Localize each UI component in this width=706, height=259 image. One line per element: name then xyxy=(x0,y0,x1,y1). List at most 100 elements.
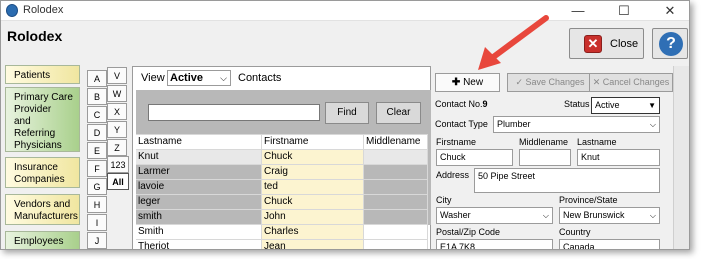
cell-middlename xyxy=(364,180,428,194)
column-header[interactable]: Firstname xyxy=(262,135,364,149)
chevron-down-icon: ⌵ xyxy=(542,211,549,220)
middlename-label: Middlename xyxy=(519,137,569,147)
cell-lastname: smith xyxy=(136,210,262,224)
save-changes-button[interactable]: ✓ Save Changes xyxy=(507,73,593,92)
new-button[interactable]: ✚ New xyxy=(435,73,500,92)
letter-y-button[interactable]: Y xyxy=(107,121,127,138)
find-button[interactable]: Find xyxy=(325,102,369,124)
contact-list-panel: View Active ⌵ Contacts Find Clear Lastnam… xyxy=(132,66,431,249)
table-header: Lastname Firstname Middlename xyxy=(136,134,428,149)
cell-firstname: Craig xyxy=(262,165,364,179)
table-row[interactable]: leger Chuck xyxy=(136,194,428,209)
column-header[interactable]: Lastname xyxy=(136,135,262,149)
annotation-arrow-icon xyxy=(478,15,549,70)
cell-middlename xyxy=(364,240,428,249)
contact-type-select[interactable]: Plumber ⌵ xyxy=(493,116,660,133)
tab-label-line: Manufacturers xyxy=(14,211,78,222)
letter-x-button[interactable]: X xyxy=(107,103,127,120)
letter-d-button[interactable]: D xyxy=(87,124,107,141)
table-row[interactable]: Larmer Craig xyxy=(136,164,428,179)
new-button-label: New xyxy=(463,77,484,88)
letter-i-button[interactable]: I xyxy=(87,214,107,231)
close-button-label: Close xyxy=(610,38,639,50)
letter-v-button[interactable]: V xyxy=(107,67,127,84)
close-button[interactable]: ✕ Close xyxy=(569,28,644,59)
letter-h-button[interactable]: H xyxy=(87,196,107,213)
clear-button[interactable]: Clear xyxy=(376,102,421,124)
contact-type-value: Plumber xyxy=(497,119,531,129)
cell-firstname: ted xyxy=(262,180,364,194)
lastname-label: Lastname xyxy=(577,137,617,147)
close-x-icon: ✕ xyxy=(584,35,602,53)
view-label: View xyxy=(141,72,165,84)
cancel-changes-button[interactable]: ✕ Cancel Changes xyxy=(589,73,673,92)
firstname-field[interactable]: Chuck xyxy=(436,149,513,166)
contact-no-label: Contact No.9 xyxy=(435,99,488,109)
all-button[interactable]: All xyxy=(107,173,129,190)
city-value: Washer xyxy=(440,210,471,220)
letter-z-button[interactable]: Z xyxy=(107,139,127,156)
vertical-scrollbar[interactable] xyxy=(673,66,689,249)
page-title: Rolodex xyxy=(7,28,63,44)
contact-no-text: Contact No. xyxy=(435,99,483,109)
cell-lastname: Theriot xyxy=(136,240,262,249)
tab-label-line: Referring xyxy=(14,128,56,139)
table-row[interactable]: smith John xyxy=(136,209,428,224)
table-row[interactable]: Smith Charles xyxy=(136,224,428,239)
postal-label: Postal/Zip Code xyxy=(436,227,501,237)
cell-middlename xyxy=(364,150,428,164)
view-select[interactable]: Active ⌵ xyxy=(167,70,231,86)
tab-patients[interactable]: Patients xyxy=(5,65,80,84)
middlename-field[interactable] xyxy=(519,149,571,166)
tab-employees[interactable]: Employees xyxy=(5,231,80,249)
numeric-button[interactable]: 123 xyxy=(107,156,129,173)
tab-label-line: Vendors and xyxy=(14,199,71,210)
letter-f-button[interactable]: F xyxy=(87,160,107,177)
province-select[interactable]: New Brunswick ⌵ xyxy=(559,207,660,224)
letter-c-button[interactable]: C xyxy=(87,106,107,123)
contact-no-value: 9 xyxy=(482,99,488,109)
close-window-icon[interactable]: ✕ xyxy=(647,1,689,21)
cell-firstname: John xyxy=(262,210,364,224)
cell-lastname: Knut xyxy=(136,150,262,164)
search-input[interactable] xyxy=(148,104,320,121)
letter-a-button[interactable]: A xyxy=(87,70,107,87)
status-select[interactable]: Active ▼ xyxy=(591,97,660,114)
lastname-field[interactable]: Knut xyxy=(577,149,660,166)
letter-w-button[interactable]: W xyxy=(107,85,127,102)
postal-field[interactable]: E1A 7K8 xyxy=(436,239,553,249)
maximize-icon[interactable]: ☐ xyxy=(601,1,647,21)
view-select-value: Active xyxy=(170,72,204,84)
city-label: City xyxy=(436,195,452,205)
help-icon: ? xyxy=(659,32,683,56)
country-select[interactable]: Canada xyxy=(559,239,660,249)
table-row[interactable]: Knut Chuck xyxy=(136,149,428,164)
letter-e-button[interactable]: E xyxy=(87,142,107,159)
letter-b-button[interactable]: B xyxy=(87,88,107,105)
cell-firstname: Chuck xyxy=(262,150,364,164)
tab-label-line: Provider xyxy=(14,104,52,115)
table-row[interactable]: lavoie ted xyxy=(136,179,428,194)
column-header[interactable]: Middlename xyxy=(364,135,428,149)
tab-insurance[interactable]: Insurance Companies xyxy=(5,157,80,188)
cell-middlename xyxy=(364,225,428,239)
tab-primary-care[interactable]: Primary Care Provider and Referring Phys… xyxy=(5,87,80,152)
rolodex-window: Rolodex — ☐ ✕ Rolodex ✕ Close ? Patients… xyxy=(0,0,690,250)
table-row[interactable]: Theriot Jean xyxy=(136,239,428,249)
dropdown-arrow-icon: ▼ xyxy=(648,101,656,110)
tab-label-line: Companies xyxy=(14,174,65,185)
cell-lastname: lavoie xyxy=(136,180,262,194)
address-label: Address xyxy=(436,170,470,180)
help-button[interactable]: ? xyxy=(652,28,688,59)
minimize-icon[interactable]: — xyxy=(555,1,601,21)
window-title: Rolodex xyxy=(23,4,64,16)
city-select[interactable]: Washer ⌵ xyxy=(436,207,553,224)
letter-g-button[interactable]: G xyxy=(87,178,107,195)
letter-j-button[interactable]: J xyxy=(87,232,107,249)
address-field[interactable]: 50 Pipe Street xyxy=(474,168,660,193)
tab-vendors[interactable]: Vendors and Manufacturers xyxy=(5,194,80,225)
chevron-down-icon: ⌵ xyxy=(649,211,656,220)
firstname-label: Firstname xyxy=(436,137,477,147)
tab-label-line: Employees xyxy=(14,236,64,247)
country-label: Country xyxy=(559,227,591,237)
